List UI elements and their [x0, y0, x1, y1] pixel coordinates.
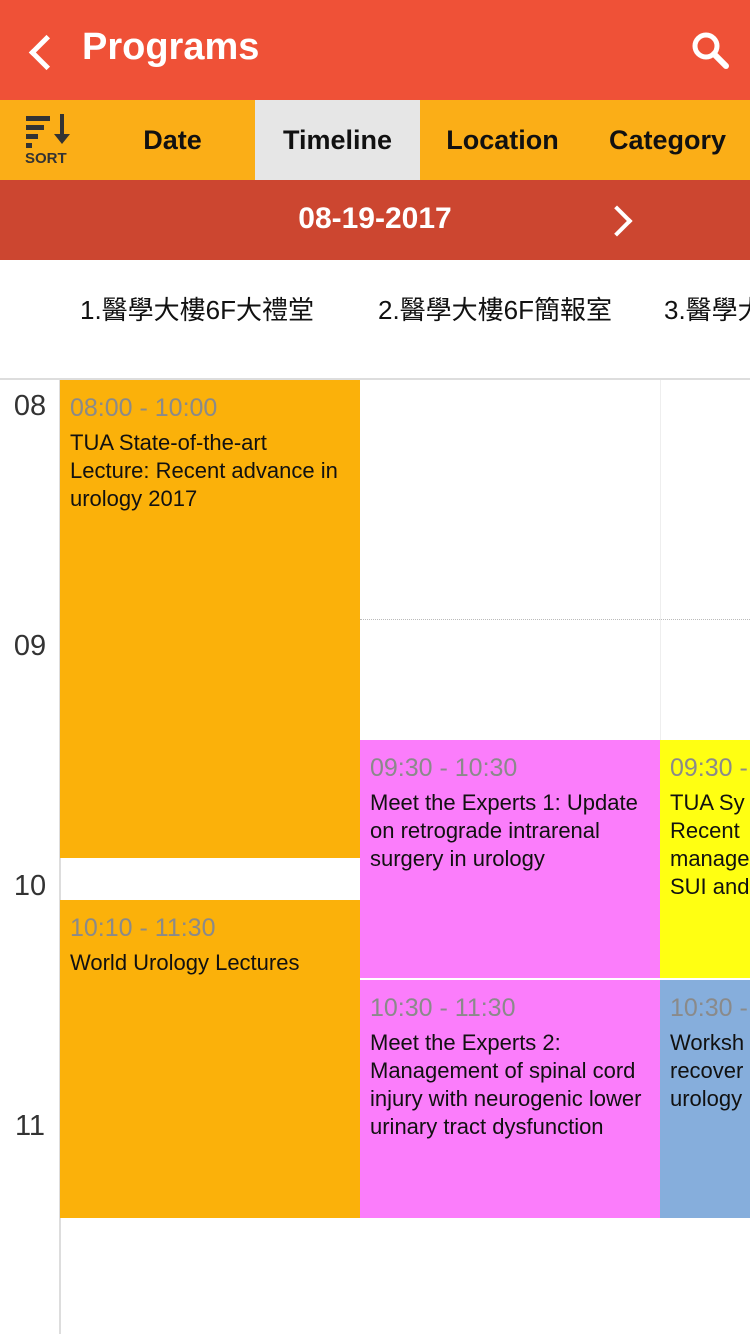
sort-icon — [26, 114, 70, 148]
tab-timeline[interactable]: Timeline — [255, 100, 420, 180]
current-date: 08-19-2017 — [298, 202, 452, 235]
tab-date[interactable]: Date — [100, 100, 245, 180]
event-title: Worksh recover urology — [670, 1029, 745, 1113]
event-card[interactable]: 08:00 - 10:00 TUA State-of-the-art Lectu… — [60, 380, 360, 858]
search-icon[interactable] — [690, 30, 730, 70]
event-time: 10:30 - — [670, 994, 748, 1022]
event-title-line: recover — [670, 1058, 744, 1083]
sort-button[interactable]: SORT — [20, 112, 80, 172]
hour-gridline — [360, 619, 750, 620]
event-title: TUA Sy Recent manage SUI and — [670, 789, 750, 901]
location-header: 1.醫學大樓6F大禮堂 — [80, 295, 315, 325]
column-divider — [660, 380, 661, 740]
event-time: 08:00 - 10:00 — [70, 394, 218, 422]
sort-label: SORT — [25, 150, 67, 167]
event-time: 09:30 - — [670, 754, 748, 782]
chevron-right-icon[interactable] — [606, 202, 636, 238]
hour-label: 08 — [13, 390, 47, 422]
event-time: 09:30 - 10:30 — [370, 754, 518, 782]
event-title-line: TUA Sy — [670, 790, 745, 815]
event-title-line: Recent — [670, 818, 740, 843]
hour-label: 09 — [13, 630, 47, 662]
tab-category[interactable]: Category — [585, 100, 750, 180]
event-title-line: urology — [670, 1086, 743, 1111]
tab-bar: SORT Date Timeline Location Category — [0, 100, 750, 180]
location-header: 3.醫學大 — [664, 295, 750, 325]
hour-label: 10 — [13, 870, 47, 902]
event-card[interactable]: 09:30 - TUA Sy Recent manage SUI and — [660, 740, 750, 978]
event-card[interactable]: 10:30 - Worksh recover urology — [660, 980, 750, 1218]
tab-location[interactable]: Location — [420, 100, 585, 180]
event-title: TUA State-of-the-art Lecture: Recent adv… — [70, 430, 338, 511]
chevron-left-icon[interactable] — [24, 28, 64, 72]
event-time: 10:10 - 11:30 — [70, 914, 216, 942]
event-title-line: Worksh — [670, 1030, 745, 1055]
event-title-line: manage — [670, 846, 750, 871]
event-title: World Urology Lectures — [70, 950, 300, 975]
event-title: Meet the Experts 1: Update on retrograde… — [370, 790, 638, 871]
event-time: 10:30 - 11:30 — [370, 994, 516, 1022]
event-card[interactable]: 10:30 - 11:30 Meet the Experts 2: Manage… — [360, 980, 660, 1218]
event-card[interactable]: 10:10 - 11:30 World Urology Lectures — [60, 900, 360, 1218]
date-bar: 08-19-2017 — [0, 180, 750, 260]
event-title: Meet the Experts 2: Management of spinal… — [370, 1030, 642, 1139]
app-header: Programs — [0, 0, 750, 100]
page-title: Programs — [82, 26, 260, 68]
event-title-line: SUI and — [670, 874, 750, 899]
location-header: 2.醫學大樓6F簡報室 — [378, 295, 613, 325]
hour-label: 11 — [14, 1110, 46, 1142]
event-card[interactable]: 09:30 - 10:30 Meet the Experts 1: Update… — [360, 740, 660, 978]
